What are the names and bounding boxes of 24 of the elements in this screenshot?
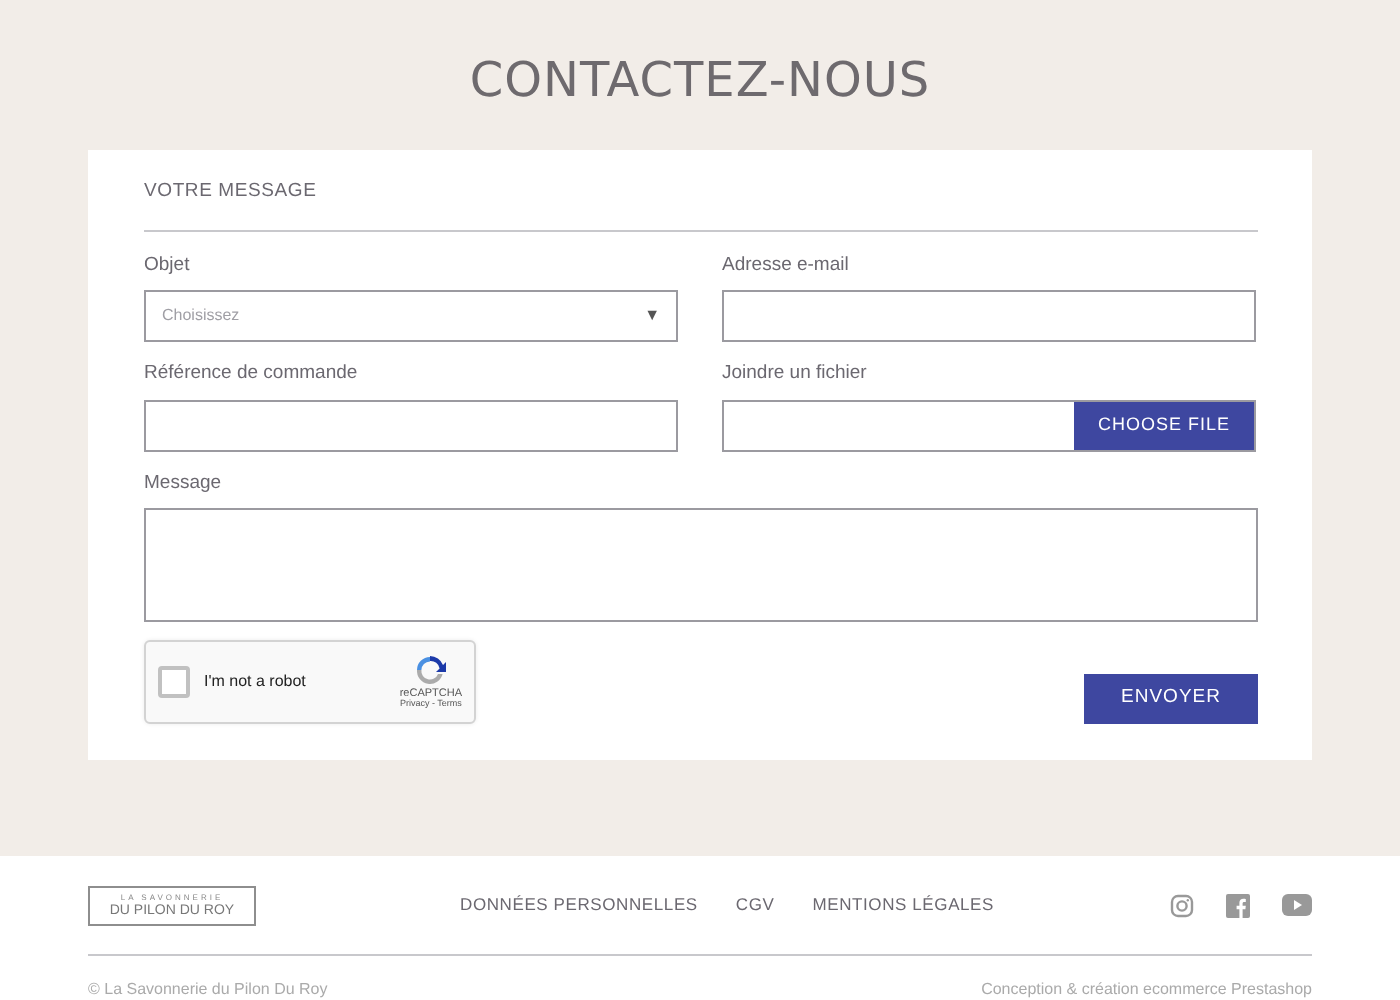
select-field[interactable]: Choisissez ▼ — [144, 290, 678, 343]
captcha-label: I'm not a robot — [204, 669, 308, 694]
input-field[interactable] — [722, 290, 1256, 343]
message-field[interactable] — [144, 507, 1258, 622]
field-label: Message — [144, 469, 224, 498]
field-label: Objet — [144, 252, 192, 281]
send-button[interactable]: ENVOYER — [1084, 673, 1258, 724]
youtube-icon[interactable] — [1282, 894, 1312, 916]
facebook-icon[interactable] — [1226, 893, 1250, 917]
page-title: CONTACTEZ-NOUS — [467, 52, 933, 110]
captcha-checkbox[interactable] — [158, 665, 190, 698]
section-title: VOTRE MESSAGE — [144, 177, 317, 206]
footer-link[interactable]: CGV — [735, 892, 775, 918]
copyright-text: © La Savonnerie du Pilon Du Roy — [88, 978, 328, 1000]
footer-link[interactable]: MENTIONS LÉGALES — [812, 892, 995, 918]
footer-link[interactable]: DONNÉES PERSONNELLES — [460, 892, 698, 918]
caret-icon: ▼ — [644, 304, 660, 329]
recaptcha-icon — [412, 652, 449, 689]
instagram-icon[interactable] — [1170, 893, 1194, 917]
field-label: Référence de commande — [144, 360, 360, 389]
field-label: Joindre un fichier — [722, 360, 869, 389]
field-label: Adresse e-mail — [722, 252, 851, 281]
input-field[interactable] — [144, 399, 678, 452]
credit-text: Conception & création ecommerce Prestashop — [981, 978, 1312, 1000]
